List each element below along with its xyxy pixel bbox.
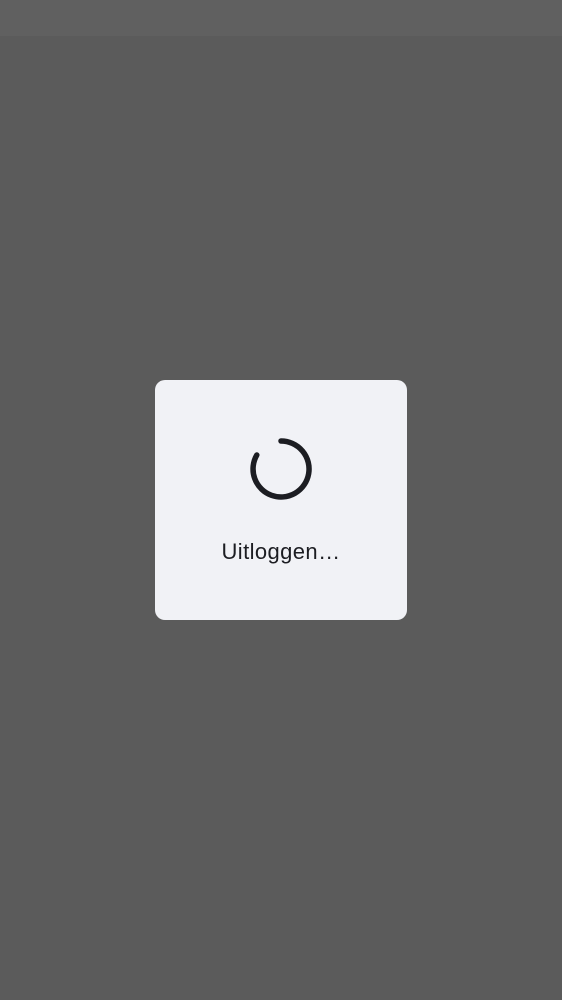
dialog-message: Uitloggen… [221,539,341,564]
logout-progress-dialog: Uitloggen… [155,380,407,620]
status-bar-area [0,0,562,36]
progress-spinner-icon [249,437,313,501]
